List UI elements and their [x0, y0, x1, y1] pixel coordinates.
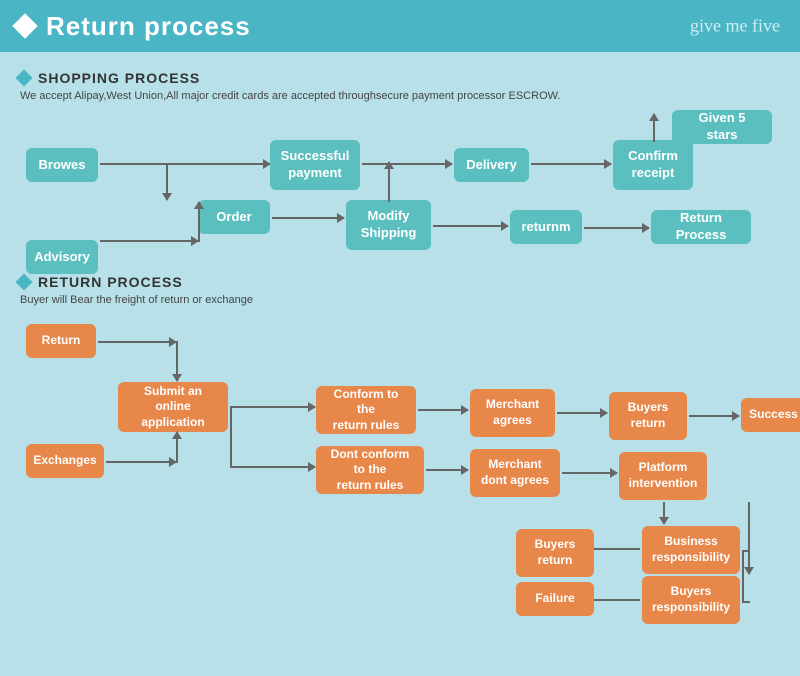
shopping-diamond-icon: [16, 70, 33, 87]
return-btn-box: Return: [26, 324, 96, 358]
failure-box: Failure: [516, 582, 594, 616]
buyers-responsibility-box: Buyers responsibility: [642, 576, 740, 624]
arrow-merchant-buyers1: [557, 412, 607, 414]
order-box: Order: [198, 200, 270, 234]
arrow-dontconform-merchant: [426, 469, 468, 471]
advisory-box: Advisory: [26, 240, 98, 274]
return-diamond-icon: [16, 274, 33, 291]
arrow-return-submit-h: [98, 341, 176, 343]
shopping-section-header: SHOPPING PROCESS: [18, 70, 782, 86]
arrow-merchant-platform: [562, 472, 617, 474]
returnm-box: returnm: [510, 210, 582, 244]
arrow-buyers1-success: [689, 415, 739, 417]
arrow-browes-payment: [100, 163, 270, 165]
arrow-return-submit-v: [176, 341, 178, 381]
arrow-advisory-h: [100, 240, 198, 242]
browes-box: Browes: [26, 148, 98, 182]
arrow-confirm-stars-v: [653, 114, 655, 142]
exchanges-box: Exchanges: [26, 444, 104, 478]
header-diamond-icon: [12, 13, 37, 38]
brand-logo: give me five: [690, 16, 780, 37]
arrow-conform-merchant: [418, 409, 468, 411]
dont-conform-box: Dont conform to the return rules: [316, 446, 424, 494]
platform-intervention-box: Platform intervention: [619, 452, 707, 500]
shopping-flow-diagram: Given 5 stars Browes Successful payment …: [18, 110, 782, 270]
arrow-submit-conform-top: [230, 406, 315, 408]
return-process-box: Return Process: [651, 210, 751, 244]
page-title: Return process: [46, 11, 251, 42]
buyers-return-1-box: Buyers return: [609, 392, 687, 440]
v-arrow-modify-payment: [388, 162, 390, 202]
return-section-desc: Buyer will Bear the freight of return or…: [20, 294, 782, 306]
confirm-receipt-box: Confirm receipt: [613, 140, 693, 190]
page-header: Return process give me five: [0, 0, 800, 52]
arrow-platform-business-v: [663, 502, 665, 524]
arrow-payment-delivery: [362, 163, 452, 165]
shopping-section-desc: We accept Alipay,West Union,All major cr…: [20, 90, 782, 102]
bracket-bottom: [742, 601, 750, 603]
modify-shipping-box: Modify Shipping: [346, 200, 431, 250]
bracket-line-right: [742, 550, 744, 602]
merchant-agrees-box: Merchant agrees: [470, 389, 555, 437]
arrow-delivery-confirm: [531, 163, 611, 165]
arrow-platform-buyers-resp-v: [748, 502, 750, 574]
arrow-order-modify: [272, 217, 344, 219]
business-responsibility-box: Business responsibility: [642, 526, 740, 574]
given-5-stars-box: Given 5 stars: [672, 110, 772, 144]
return-section-title: RETURN PROCESS: [38, 274, 183, 290]
merchant-dont-box: Merchant dont agrees: [470, 449, 560, 497]
arrow-exchanges-submit-h: [106, 461, 176, 463]
main-content: SHOPPING PROCESS We accept Alipay,West U…: [0, 52, 800, 614]
bracket-top: [742, 550, 750, 552]
arrow-modify-returnm: [433, 225, 508, 227]
conform-rules-box: Conform to the return rules: [316, 386, 416, 434]
submit-online-box: Submit an online application: [118, 382, 228, 432]
arrow-advisory-v: [198, 202, 200, 242]
arrow-submit-dontconform-h: [230, 466, 315, 468]
arrow-exchanges-submit-v: [176, 432, 178, 463]
v-connector-1: [166, 164, 168, 200]
return-section-header: RETURN PROCESS: [18, 274, 782, 290]
return-flow-diagram: Return Submit an online application Exch…: [18, 314, 782, 604]
success-box: Success: [741, 398, 800, 432]
arrow-returnm-process: [584, 227, 649, 229]
shopping-section-title: SHOPPING PROCESS: [38, 70, 200, 86]
successful-payment-box: Successful payment: [270, 140, 360, 190]
delivery-box: Delivery: [454, 148, 529, 182]
arrow-submit-dontconform-v: [230, 406, 232, 466]
buyers-return-2-box: Buyers return: [516, 529, 594, 577]
